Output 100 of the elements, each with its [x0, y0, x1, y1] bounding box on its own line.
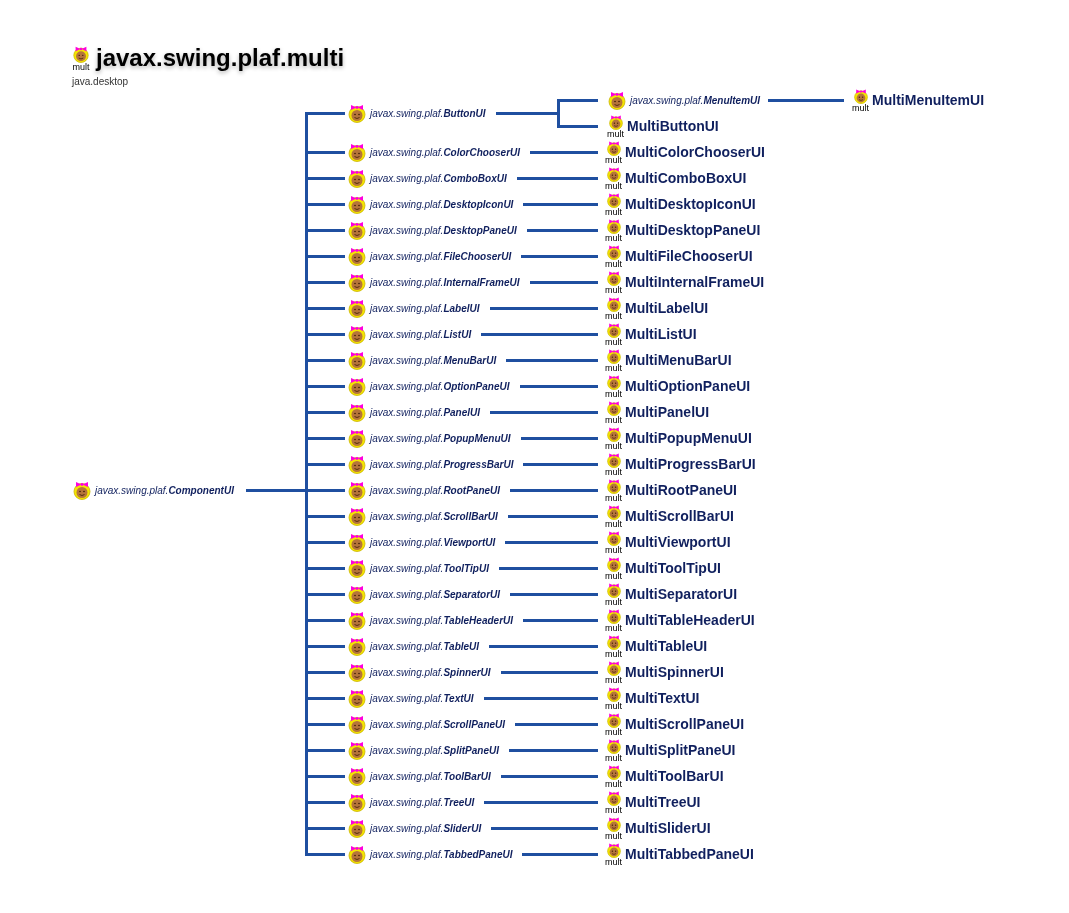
icon-label: mult	[605, 337, 622, 347]
class-name[interactable]: javax.swing.plaf.MenuItemUI	[630, 92, 761, 108]
cartoon-girl-icon	[605, 269, 622, 286]
class-name[interactable]: MultiProgressBarUI	[625, 453, 756, 475]
class-name[interactable]: javax.swing.plaf.SpinnerUI	[370, 664, 491, 680]
class-name[interactable]: MultiDesktopPaneUI	[625, 219, 761, 241]
icon-label: mult	[605, 181, 622, 191]
cartoon-girl-icon	[347, 818, 367, 838]
class-name[interactable]: javax.swing.plaf.ScrollBarUI	[370, 508, 498, 524]
cartoon-girl-icon	[347, 272, 367, 292]
class-name[interactable]: javax.swing.plaf.MenuBarUI	[370, 352, 497, 368]
icon-label: mult	[605, 441, 622, 451]
cartoon-girl-icon	[347, 766, 367, 786]
cartoon-girl-icon	[347, 103, 367, 123]
class-name[interactable]: MultiColorChooserUI	[625, 141, 765, 163]
cartoon-girl-icon	[605, 633, 622, 650]
icon-label: mult	[605, 233, 622, 243]
cartoon-girl-icon	[605, 685, 622, 702]
cartoon-girl-icon	[605, 321, 622, 338]
class-name[interactable]: MultiScrollBarUI	[625, 505, 734, 527]
class-name[interactable]: javax.swing.plaf.ColorChooserUI	[370, 144, 521, 160]
class-name[interactable]: MultiToolBarUI	[625, 765, 724, 787]
class-name[interactable]: javax.swing.plaf.DesktopIconUI	[370, 196, 514, 212]
icon-label: mult	[605, 649, 622, 659]
icon-label: mult	[605, 415, 622, 425]
cartoon-girl-icon	[347, 714, 367, 734]
class-name[interactable]: MultiComboBoxUI	[625, 167, 747, 189]
class-name[interactable]: javax.swing.plaf.PopupMenuUI	[370, 430, 511, 446]
cartoon-girl-icon	[347, 480, 367, 500]
class-name[interactable]: javax.swing.plaf.SliderUI	[370, 820, 482, 836]
class-name[interactable]: MultiMenuBarUI	[625, 349, 732, 371]
class-name[interactable]: MultiSliderUI	[625, 817, 711, 839]
class-name[interactable]: MultiSeparatorUI	[625, 583, 738, 605]
class-name[interactable]: javax.swing.plaf.TabbedPaneUI	[370, 846, 513, 862]
cartoon-girl-icon	[347, 584, 367, 604]
class-name[interactable]: javax.swing.plaf.ToolBarUI	[370, 768, 491, 784]
class-name[interactable]: javax.swing.plaf.TableHeaderUI	[370, 612, 514, 628]
class-name[interactable]: MultiViewportUI	[625, 531, 731, 553]
class-name[interactable]: javax.swing.plaf.ScrollPaneUI	[370, 716, 506, 732]
class-name[interactable]: javax.swing.plaf.TreeUI	[370, 794, 475, 810]
class-name[interactable]: javax.swing.plaf.TextUI	[370, 690, 474, 706]
class-name[interactable]: javax.swing.plaf.PanelUI	[370, 404, 481, 420]
icon-label: mult	[605, 259, 622, 269]
class-name[interactable]: MultiTreeUI	[625, 791, 701, 813]
class-name[interactable]: MultiTabbedPaneUI	[625, 843, 754, 865]
cartoon-girl-icon	[605, 555, 622, 572]
class-name[interactable]: javax.swing.plaf.SeparatorUI	[370, 586, 501, 602]
class-name[interactable]: MultiTableHeaderUI	[625, 609, 755, 631]
class-name[interactable]: javax.swing.plaf.SplitPaneUI	[370, 742, 499, 758]
cartoon-girl-icon	[605, 581, 622, 598]
class-name[interactable]: MultiLabelUI	[625, 297, 709, 319]
package-title: javax.swing.plaf.multi	[96, 43, 345, 73]
icon-label: mult	[605, 519, 622, 529]
class-name[interactable]: javax.swing.plaf.RootPaneUI	[370, 482, 501, 498]
class-name[interactable]: MultiPopupMenuUI	[625, 427, 752, 449]
class-name[interactable]: javax.swing.plaf.ViewportUI	[370, 534, 496, 550]
class-name[interactable]: javax.swing.plaf.LabelUI	[370, 300, 480, 316]
cartoon-girl-icon	[347, 532, 367, 552]
class-name[interactable]: MultiFileChooserUI	[625, 245, 753, 267]
cartoon-girl-icon	[607, 113, 624, 130]
cartoon-girl-icon	[347, 792, 367, 812]
class-name[interactable]: MultiRootPaneUI	[625, 479, 737, 501]
class-name[interactable]: MultiSpinnerUI	[625, 661, 724, 683]
class-name[interactable]: javax.swing.plaf.ToolTipUI	[370, 560, 489, 576]
class-name[interactable]: MultiTextUI	[625, 687, 700, 709]
cartoon-girl-icon	[605, 815, 622, 832]
class-name[interactable]: javax.swing.plaf.ProgressBarUI	[370, 456, 514, 472]
cartoon-girl-icon	[605, 841, 622, 858]
icon-label: mult	[605, 701, 622, 711]
class-name[interactable]: javax.swing.plaf.ComponentUI	[95, 482, 234, 498]
cartoon-girl-icon	[605, 711, 622, 728]
class-name[interactable]: javax.swing.plaf.TableUI	[370, 638, 480, 654]
class-name[interactable]: MultiInternalFrameUI	[625, 271, 765, 293]
icon-label: mult	[605, 311, 622, 321]
class-name[interactable]: MultiOptionPaneUI	[625, 375, 751, 397]
class-name[interactable]: MultiToolTipUI	[625, 557, 721, 579]
cartoon-girl-icon	[605, 425, 622, 442]
class-name[interactable]: javax.swing.plaf.ListUI	[370, 326, 472, 342]
class-name[interactable]: javax.swing.plaf.ComboBoxUI	[370, 170, 507, 186]
cartoon-girl-icon	[347, 324, 367, 344]
cartoon-girl-icon	[605, 139, 622, 156]
icon-label: mult	[605, 753, 622, 763]
cartoon-girl-icon	[605, 165, 622, 182]
class-name[interactable]: MultiButtonUI	[627, 115, 719, 137]
class-name[interactable]: javax.swing.plaf.InternalFrameUI	[370, 274, 520, 290]
class-name[interactable]: javax.swing.plaf.FileChooserUI	[370, 248, 512, 264]
class-name[interactable]: MultiPanelUI	[625, 401, 710, 423]
class-name[interactable]: MultiScrollPaneUI	[625, 713, 745, 735]
cartoon-girl-icon	[347, 402, 367, 422]
class-name[interactable]: javax.swing.plaf.OptionPaneUI	[370, 378, 510, 394]
class-name[interactable]: MultiListUI	[625, 323, 697, 345]
class-name[interactable]: MultiSplitPaneUI	[625, 739, 736, 761]
module-name: java.desktop	[72, 75, 130, 89]
cartoon-girl-icon	[605, 477, 622, 494]
cartoon-girl-icon	[347, 558, 367, 578]
class-name[interactable]: MultiMenuItemUI	[872, 89, 985, 111]
class-name[interactable]: javax.swing.plaf.ButtonUI	[370, 105, 486, 121]
class-name[interactable]: MultiTableUI	[625, 635, 708, 657]
class-name[interactable]: MultiDesktopIconUI	[625, 193, 756, 215]
class-name[interactable]: javax.swing.plaf.DesktopPaneUI	[370, 222, 517, 238]
